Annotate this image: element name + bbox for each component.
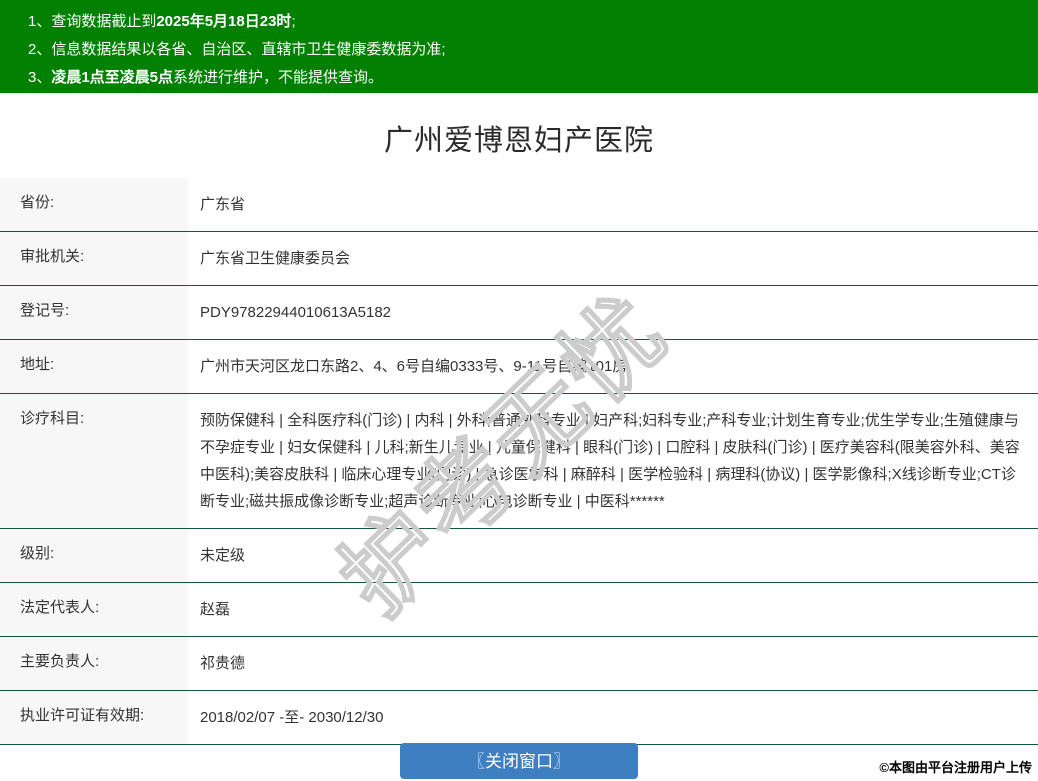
row-label: 诊疗科目: (0, 394, 188, 528)
table-row-medical-subjects: 诊疗科目: 预防保健科 | 全科医疗科(门诊) | 内科 | 外科;普通外科专业… (0, 394, 1038, 529)
row-value: PDY97822944010613A5182 (200, 304, 392, 321)
notice-line-2-text: 2、信息数据结果以各省、自治区、直辖市卫生健康委数据为准; (28, 41, 446, 58)
notice-line-1: 1、查询数据截止到2025年5月18日23时; (28, 8, 1038, 36)
row-value: 未定级 (200, 547, 246, 564)
notice-line-1-bold: 2025年5月18日23时 (156, 13, 292, 30)
row-value: 广东省 (200, 196, 246, 213)
hospital-info-table: 省份: 广东省 审批机关: 广东省卫生健康委员会 登记号: PDY9782294… (0, 178, 1038, 745)
row-value: 广东省卫生健康委员会 (200, 250, 351, 267)
notice-line-1-text: 1、查询数据截止到 (28, 13, 157, 30)
page-title: 广州爱博恩妇产医院 (383, 125, 654, 157)
close-window-button[interactable]: 〖关闭窗口〗 (400, 743, 638, 779)
row-label: 级别: (0, 529, 188, 582)
notice-line-3: 3、凌晨1点至凌晨5点系统进行维护，不能提供查询。 (28, 64, 1038, 92)
row-label: 审批机关: (0, 232, 188, 285)
uploader-note: ©本图由平台注册用户上传 (879, 760, 1032, 775)
table-row-legal-representative: 法定代表人: 赵磊 (0, 583, 1038, 637)
table-row-license-validity: 执业许可证有效期: 2018/02/07 -至- 2030/12/30 (0, 691, 1038, 745)
row-value: 广州市天河区龙口东路2、4、6号自编0333号、9-11号自编101房 (200, 358, 628, 375)
row-label: 法定代表人: (0, 583, 188, 636)
table-row-level: 级别: 未定级 (0, 529, 1038, 583)
table-row-registration-number: 登记号: PDY97822944010613A5182 (0, 286, 1038, 340)
row-value: 2018/02/07 -至- 2030/12/30 (200, 709, 384, 726)
notice-line-3-suffix: 系统进行维护，不能提供查询。 (173, 69, 384, 86)
table-row-province: 省份: 广东省 (0, 178, 1038, 232)
notice-banner: 1、查询数据截止到2025年5月18日23时; 2、信息数据结果以各省、自治区、… (0, 0, 1038, 93)
notice-line-1-suffix: ; (291, 13, 296, 30)
row-label: 地址: (0, 340, 188, 393)
table-row-principal: 主要负责人: 祁贵德 (0, 637, 1038, 691)
row-value: 赵磊 (200, 601, 231, 618)
row-label: 执业许可证有效期: (0, 691, 188, 744)
table-row-address: 地址: 广州市天河区龙口东路2、4、6号自编0333号、9-11号自编101房 (0, 340, 1038, 394)
row-value: 预防保健科 | 全科医疗科(门诊) | 内科 | 外科;普通外科专业 | 妇产科… (200, 412, 1020, 510)
row-value: 祁贵德 (200, 655, 246, 672)
notice-line-3-text: 3、 (28, 69, 52, 86)
notice-line-2: 2、信息数据结果以各省、自治区、直辖市卫生健康委数据为准; (28, 36, 1038, 64)
notice-line-3-bold: 凌晨1点至凌晨5点 (51, 69, 174, 86)
row-label: 登记号: (0, 286, 188, 339)
row-label: 主要负责人: (0, 637, 188, 690)
table-row-approval-authority: 审批机关: 广东省卫生健康委员会 (0, 232, 1038, 286)
row-label: 省份: (0, 178, 188, 231)
